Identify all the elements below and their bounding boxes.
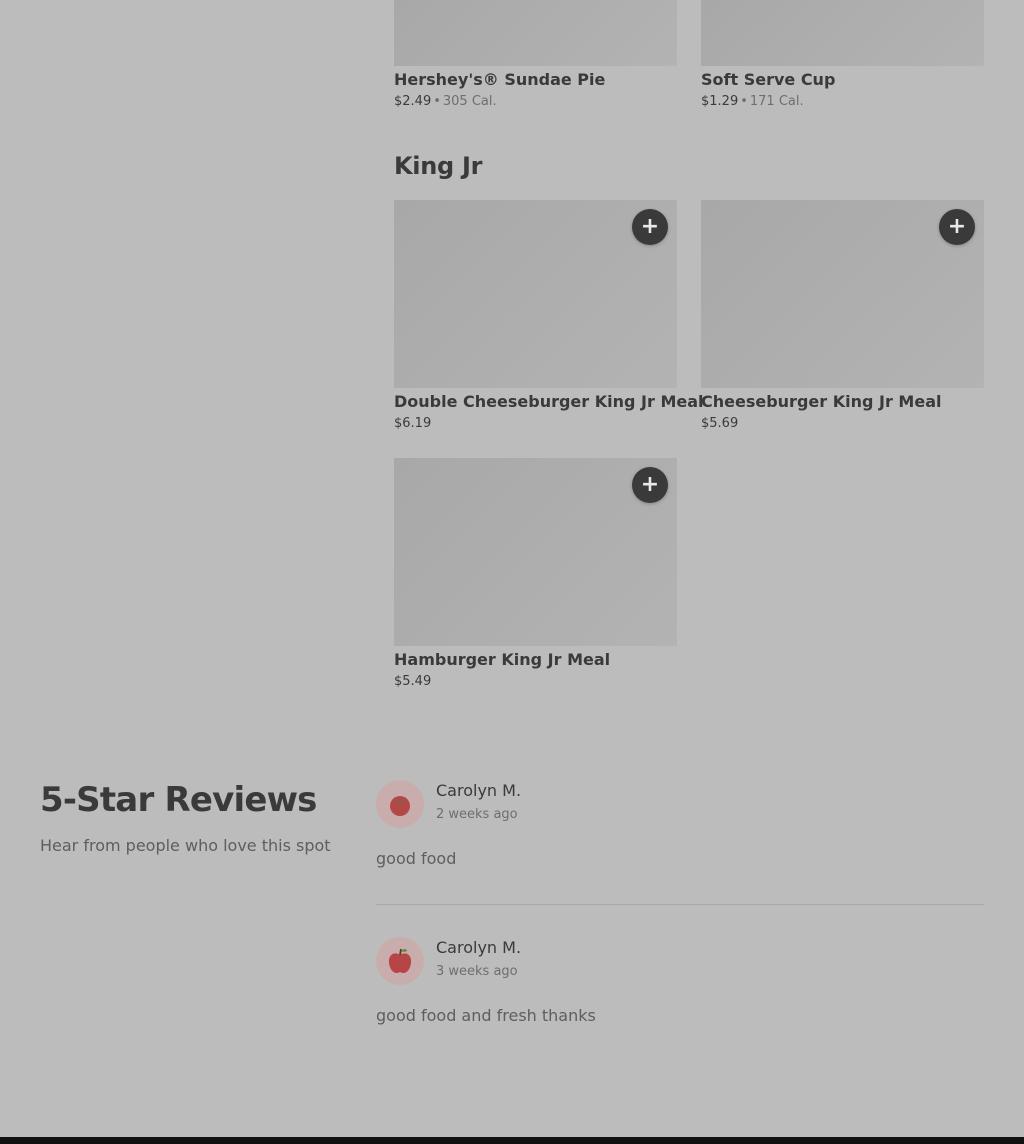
menu-item-card[interactable]: Hershey's® Sundae Pie $2.49 • 305 Cal.	[394, 0, 677, 111]
item-meta: $1.29 • 171 Cal.	[701, 93, 984, 111]
item-price: $6.19	[394, 416, 432, 431]
add-to-cart-button[interactable]: +	[939, 209, 975, 245]
review-card: Carolyn M. 2 weeks ago good food	[376, 780, 984, 880]
reviews-subtitle: Hear from people who love this spot	[40, 836, 331, 855]
separator-dot: •	[740, 94, 748, 109]
review-date: 2 weeks ago	[436, 807, 518, 822]
item-name: Soft Serve Cup	[701, 70, 836, 89]
separator-dot: •	[433, 94, 441, 109]
item-image: +	[394, 458, 677, 646]
menu-item-card[interactable]: + Double Cheeseburger King Jr Meal $6.19	[394, 200, 704, 433]
tomato-icon	[390, 796, 410, 816]
menu-item-card[interactable]: Soft Serve Cup $1.29 • 171 Cal.	[701, 0, 984, 111]
add-to-cart-button[interactable]: +	[632, 467, 668, 503]
item-image	[394, 0, 677, 66]
menu-item-card[interactable]: + Cheeseburger King Jr Meal $5.69	[701, 200, 984, 433]
item-calories: 171 Cal.	[749, 94, 804, 109]
item-image: +	[394, 200, 677, 388]
plus-icon: +	[640, 472, 660, 497]
item-name: Cheeseburger King Jr Meal	[701, 392, 942, 411]
footer-bar	[0, 1137, 1024, 1144]
avatar	[376, 937, 424, 985]
item-price: $2.49	[394, 94, 432, 109]
avatar	[376, 780, 424, 828]
reviewer-name: Carolyn M.	[436, 781, 522, 800]
item-image	[701, 0, 984, 66]
item-price: $5.69	[701, 416, 739, 431]
review-text: good food	[376, 849, 457, 868]
item-image: +	[701, 200, 984, 388]
item-calories: 305 Cal.	[442, 94, 497, 109]
review-text: good food and fresh thanks	[376, 1006, 596, 1025]
item-name: Hershey's® Sundae Pie	[394, 70, 606, 89]
apple-icon	[388, 948, 412, 973]
reviewer-name: Carolyn M.	[436, 938, 522, 957]
item-name: Hamburger King Jr Meal	[394, 650, 611, 669]
divider	[376, 904, 984, 905]
review-card: Carolyn M. 3 weeks ago good food and fre…	[376, 937, 984, 1037]
reviews-heading: 5-Star Reviews	[40, 780, 317, 820]
plus-icon: +	[947, 214, 967, 239]
review-date: 3 weeks ago	[436, 964, 518, 979]
section-title: King Jr	[394, 152, 483, 180]
item-meta: $2.49 • 305 Cal.	[394, 93, 677, 111]
item-name: Double Cheeseburger King Jr Meal	[394, 392, 704, 411]
plus-icon: +	[640, 214, 660, 239]
add-to-cart-button[interactable]: +	[632, 209, 668, 245]
item-price: $5.49	[394, 674, 432, 689]
menu-item-card[interactable]: + Hamburger King Jr Meal $5.49	[394, 458, 677, 691]
item-price: $1.29	[701, 94, 739, 109]
